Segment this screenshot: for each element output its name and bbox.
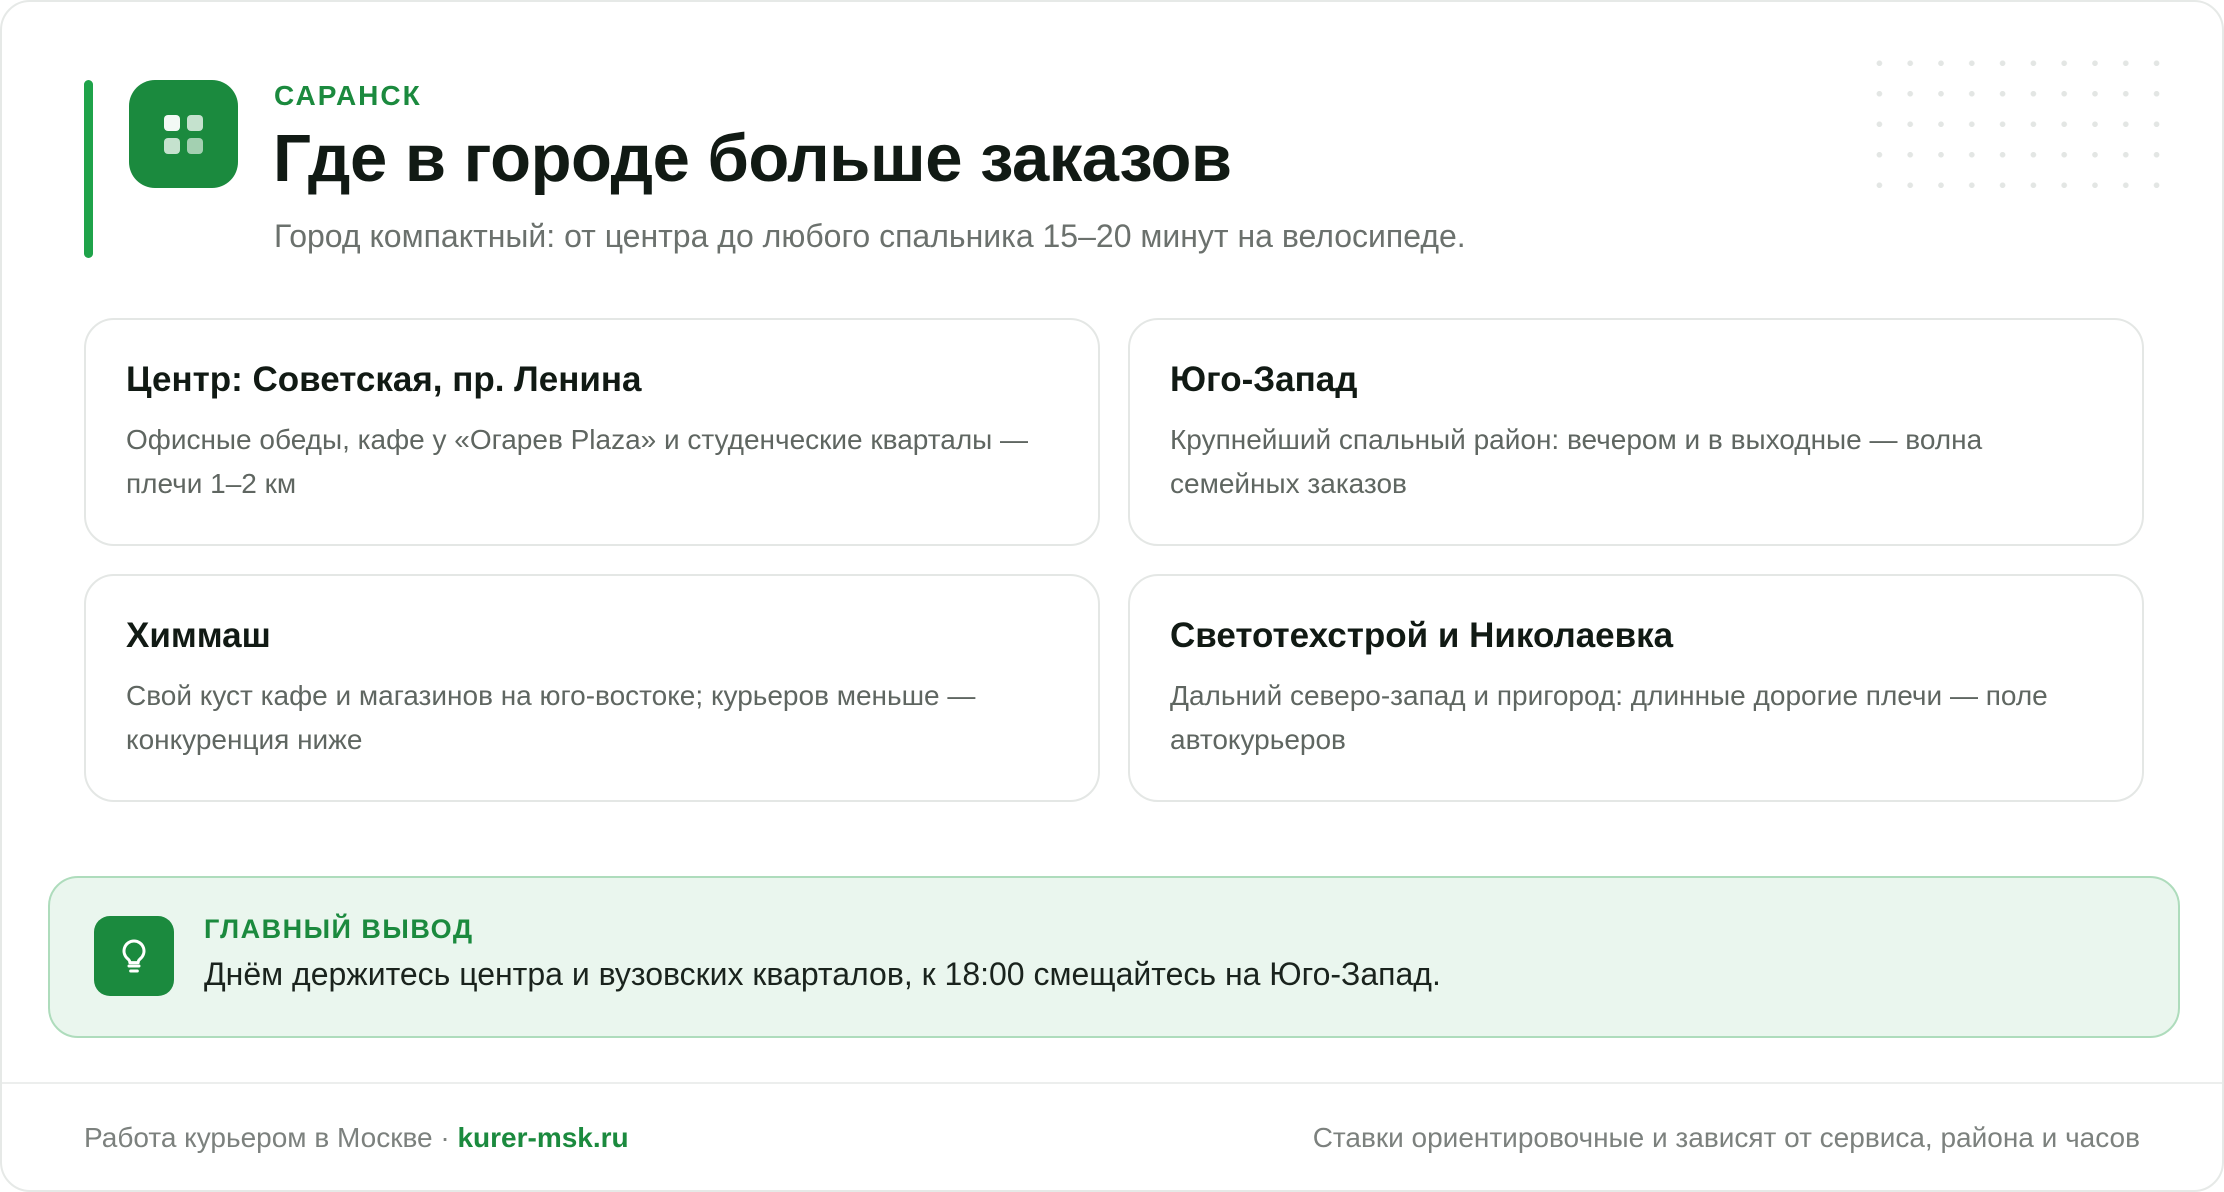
page-title: Где в городе больше заказов (273, 121, 1232, 196)
grid-apps-icon (129, 80, 238, 188)
zone-card-southwest: Юго-Запад Крупнейший спальный район: веч… (1128, 318, 2144, 546)
zone-title: Юго-Запад (1170, 360, 1358, 399)
zone-description: Свой куст кафе и магазинов на юго-восток… (126, 680, 976, 755)
lightbulb-icon (94, 916, 174, 996)
conclusion-text: Днём держитесь центра и вузовских кварта… (204, 956, 1441, 992)
footer-credit-text: Работа курьером в Москве · (84, 1122, 458, 1153)
conclusion-label: ГЛАВНЫЙ ВЫВОД (204, 914, 474, 944)
conclusion-box: ГЛАВНЫЙ ВЫВОД Днём держитесь центра и ву… (48, 876, 2180, 1038)
zone-card-svetotekhstroy: Светотехстрой и Николаевка Дальний север… (1128, 574, 2144, 802)
zone-card-center: Центр: Советская, пр. Ленина Офисные обе… (84, 318, 1100, 546)
header-accent-bar (84, 80, 93, 258)
info-card: САРАНСК Где в городе больше заказов Горо… (0, 0, 2224, 1192)
footer-credit: Работа курьером в Москве · kurer-msk.ru (84, 1122, 629, 1154)
footer-disclaimer: Ставки ориентировочные и зависят от серв… (1312, 1122, 2140, 1153)
zone-description: Дальний северо-запад и пригород: длинные… (1170, 680, 2048, 755)
zone-card-khimmash: Химмаш Свой куст кафе и магазинов на юго… (84, 574, 1100, 802)
zone-description: Крупнейший спальный район: вечером и в в… (1170, 424, 1983, 499)
zone-title: Химмаш (126, 616, 271, 655)
footer-divider (2, 1082, 2222, 1084)
decorative-dot-grid (1864, 48, 2164, 188)
city-eyebrow: САРАНСК (274, 80, 422, 111)
site-link[interactable]: kurer-msk.ru (457, 1122, 628, 1153)
zone-title: Светотехстрой и Николаевка (1170, 616, 1674, 655)
zone-title: Центр: Советская, пр. Ленина (126, 360, 642, 399)
zone-description: Офисные обеды, кафе у «Огарев Plaza» и с… (126, 424, 1029, 499)
page-subtitle: Город компактный: от центра до любого сп… (274, 218, 1466, 254)
